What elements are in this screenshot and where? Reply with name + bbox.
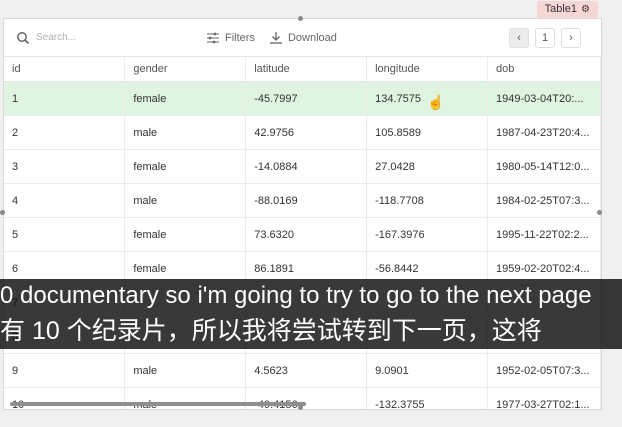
chevron-left-icon: ‹ bbox=[517, 32, 521, 44]
table-row[interactable]: 2 male 42.9756 105.8589 1987-04-23T20:4... bbox=[4, 115, 601, 150]
horizontal-scrollbar[interactable] bbox=[10, 402, 306, 406]
chevron-right-icon: › bbox=[569, 32, 573, 44]
table-cell[interactable]: 9.0901 bbox=[366, 353, 488, 388]
component-tag[interactable]: Table1 ⚙ bbox=[536, 1, 598, 18]
table-cell[interactable]: 73.6320 bbox=[245, 217, 368, 252]
table-cell[interactable]: female bbox=[124, 81, 247, 116]
table-row[interactable]: 1 female -45.7997 134.7575 1949-03-04T20:... bbox=[4, 81, 601, 116]
resize-handle[interactable] bbox=[597, 210, 602, 215]
table-cell[interactable]: 1995-11-22T02:2... bbox=[487, 217, 601, 252]
table-row[interactable]: 4 male -88.0169 -118.7708 1984-02-25T07:3... bbox=[4, 183, 601, 218]
subtitle-chinese: 有 10 个纪录片，所以我将尝试转到下一页，这将 bbox=[0, 313, 622, 349]
table-cell[interactable]: 3 bbox=[4, 149, 126, 184]
table-toolbar: Search... Filters Download ‹ 1 › bbox=[4, 19, 601, 57]
table-cell[interactable]: 5 bbox=[4, 217, 126, 252]
table-cell[interactable]: -132.3755 bbox=[366, 387, 488, 409]
table-cell[interactable]: 9 bbox=[4, 353, 126, 388]
column-header[interactable]: dob bbox=[487, 56, 601, 82]
page-number[interactable]: 1 bbox=[535, 28, 555, 48]
resize-handle[interactable] bbox=[0, 210, 5, 215]
table-cell[interactable]: 1980-05-14T12:0... bbox=[487, 149, 601, 184]
hand-cursor-icon: ☝ bbox=[427, 94, 445, 110]
search-input[interactable]: Search... bbox=[36, 32, 76, 43]
table-cell[interactable]: male bbox=[124, 115, 247, 150]
table-cell[interactable]: -88.0169 bbox=[245, 183, 368, 218]
subtitle-english: 0 documentary so i'm going to try to go … bbox=[0, 279, 622, 313]
filter-icon bbox=[207, 32, 219, 43]
table-cell[interactable]: female bbox=[124, 149, 247, 184]
search-box[interactable]: Search... bbox=[16, 31, 166, 45]
prev-page-button[interactable]: ‹ bbox=[509, 28, 529, 48]
table-row[interactable]: 3 female -14.0884 27.0428 1980-05-14T12:0... bbox=[4, 149, 601, 184]
table-cell[interactable]: 10 bbox=[4, 387, 126, 409]
table-cell[interactable]: 1977-03-27T02:1... bbox=[487, 387, 601, 409]
next-page-button[interactable]: › bbox=[561, 28, 581, 48]
table-cell[interactable]: 1952-02-05T07:3... bbox=[487, 353, 601, 388]
table-cell[interactable]: 1949-03-04T20:... bbox=[487, 81, 601, 116]
filters-button[interactable]: Filters bbox=[206, 32, 255, 44]
table-cell[interactable]: 4.5623 bbox=[245, 353, 368, 388]
component-tag-label: Table1 bbox=[544, 3, 578, 15]
search-icon bbox=[17, 31, 30, 44]
resize-handle[interactable] bbox=[298, 16, 303, 21]
table-cell[interactable]: male bbox=[124, 353, 247, 388]
table-cell[interactable]: 1 bbox=[4, 81, 126, 116]
table-cell[interactable]: 1984-02-25T07:3... bbox=[487, 183, 601, 218]
table-cell[interactable]: -167.3976 bbox=[366, 217, 488, 252]
column-header[interactable]: latitude bbox=[245, 56, 368, 82]
data-table: id gender latitude longitude dob 1 female… bbox=[4, 56, 601, 409]
table-cell[interactable]: 42.9756 bbox=[245, 115, 368, 150]
table-cell[interactable]: male bbox=[124, 183, 247, 218]
table-cell[interactable]: female bbox=[124, 217, 247, 252]
column-header[interactable]: id bbox=[4, 56, 126, 82]
table-header-row: id gender latitude longitude dob bbox=[4, 56, 601, 82]
table-cell[interactable]: -49.4156 bbox=[245, 387, 368, 409]
gear-icon[interactable]: ⚙ bbox=[581, 1, 590, 18]
table-cell[interactable]: 27.0428 bbox=[366, 149, 488, 184]
table-cell[interactable]: 4 bbox=[4, 183, 126, 218]
table-cell[interactable]: male bbox=[124, 387, 247, 409]
table-cell[interactable]: 2 bbox=[4, 115, 126, 150]
column-header[interactable]: gender bbox=[124, 56, 247, 82]
table-cell[interactable]: -118.7708 bbox=[366, 183, 488, 218]
column-header[interactable]: longitude bbox=[366, 56, 488, 82]
table-cell[interactable]: 1987-04-23T20:4... bbox=[487, 115, 601, 150]
download-icon bbox=[269, 32, 282, 44]
resize-handle[interactable] bbox=[298, 405, 303, 410]
pagination: ‹ 1 › bbox=[509, 28, 581, 48]
table-component: Search... Filters Download ‹ 1 › id gend… bbox=[3, 18, 602, 410]
table-cell[interactable]: 105.8589 bbox=[366, 115, 488, 150]
table-cell[interactable]: -45.7997 bbox=[245, 81, 368, 116]
download-label: Download bbox=[287, 31, 337, 44]
table-row[interactable]: 5 female 73.6320 -167.3976 1995-11-22T02:2..… bbox=[4, 217, 601, 252]
download-button[interactable]: Download bbox=[269, 31, 337, 44]
filters-label: Filters bbox=[225, 31, 255, 44]
table-cell[interactable]: -14.0884 bbox=[245, 149, 368, 184]
table-row[interactable]: 9 male 4.5623 9.0901 1952-02-05T07:3... bbox=[4, 353, 601, 388]
